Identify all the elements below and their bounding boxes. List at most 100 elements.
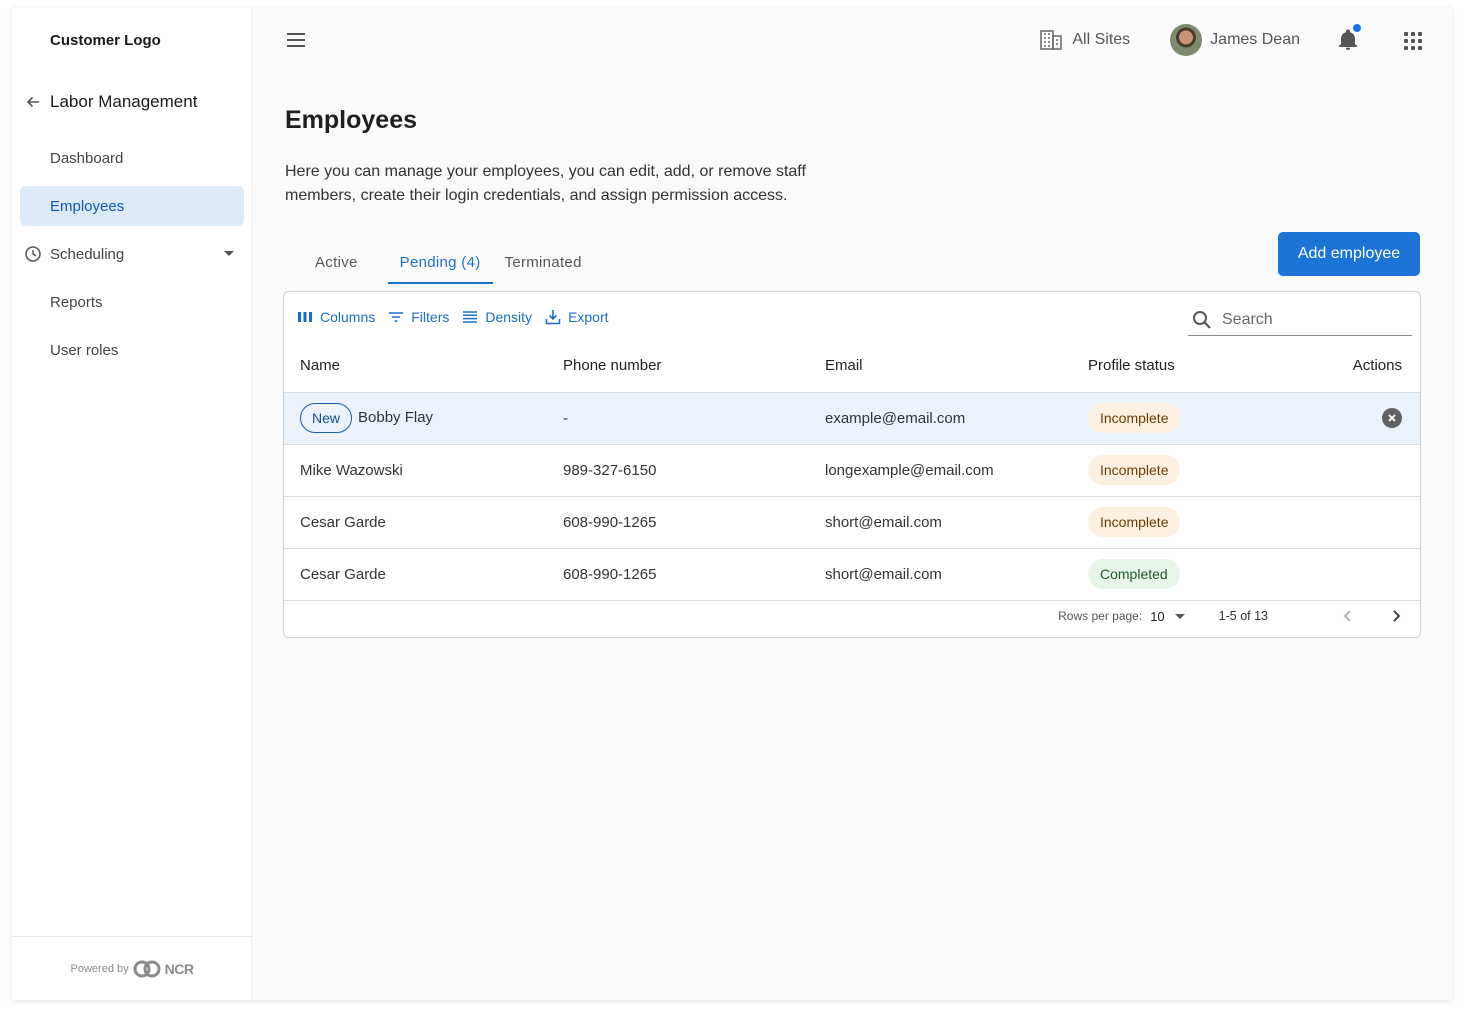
actions-cell: [1312, 444, 1420, 497]
customer-logo[interactable]: Customer Logo: [50, 32, 161, 49]
caret-down-icon[interactable]: [1174, 613, 1185, 619]
powered-by-text: Powered by: [70, 962, 129, 975]
new-badge: New: [300, 403, 353, 433]
email-cell: example@email.com: [809, 392, 1072, 445]
employee-tabs: Active Pending (4) Terminated: [285, 240, 594, 284]
ncr-brand-text: NCR: [164, 960, 194, 977]
sidebar-item-user-roles[interactable]: User roles: [20, 330, 244, 370]
tab-terminated[interactable]: Terminated: [493, 240, 594, 284]
app-frame: Customer Logo Labor Management Dashboard…: [12, 8, 1452, 1000]
status-badge: Completed: [1088, 559, 1180, 589]
status-badge: Incomplete: [1088, 403, 1181, 433]
filter-icon: [389, 312, 404, 322]
ncr-logo-icon: [133, 960, 161, 977]
status-cell: Incomplete: [1072, 444, 1312, 497]
employee-name: Bobby Flay: [358, 408, 434, 426]
app-grid-icon[interactable]: [1402, 30, 1422, 50]
phone-cell: 989-327-6150: [547, 444, 809, 497]
chevron-right-icon[interactable]: [1384, 604, 1408, 628]
download-icon: [545, 310, 561, 325]
sidebar-item-reports[interactable]: Reports: [20, 282, 244, 322]
name-cell: Cesar Garde: [284, 548, 547, 601]
columns-label: Columns: [320, 309, 376, 325]
search-input[interactable]: [1222, 310, 1392, 329]
email-cell: short@email.com: [809, 496, 1072, 549]
email-cell: longexample@email.com: [809, 444, 1072, 497]
actions-cell: [1312, 496, 1420, 549]
phone-cell: -: [547, 392, 809, 445]
remove-icon[interactable]: [1382, 408, 1402, 428]
add-employee-button[interactable]: Add employee: [1278, 232, 1420, 276]
sidebar-item-label: Reports: [50, 293, 103, 311]
status-badge: Incomplete: [1088, 455, 1181, 485]
name-cell: Cesar Garde: [284, 496, 547, 549]
tab-active[interactable]: Active: [285, 240, 388, 284]
sidebar-item-dashboard[interactable]: Dashboard: [20, 138, 244, 178]
building-icon: [1040, 30, 1063, 50]
column-header-actions: Actions: [1312, 340, 1420, 393]
back-to-labor-management[interactable]: Labor Management: [24, 92, 197, 112]
pagination: Rows per page: 10 1-5 of 13: [1058, 599, 1408, 633]
page-title: Employees: [285, 106, 418, 134]
table-row[interactable]: Mike Wazowski 989-327-6150 longexample@e…: [284, 444, 1420, 497]
columns-icon: [298, 312, 312, 322]
sidebar-item-employees[interactable]: Employees: [20, 186, 244, 226]
main-content: All Sites James Dean Employees Here you …: [252, 8, 1452, 1000]
section-title: Labor Management: [50, 92, 198, 111]
sidebar: Customer Logo Labor Management Dashboard…: [12, 8, 252, 1000]
table-row[interactable]: Cesar Garde 608-990-1265 short@email.com…: [284, 548, 1420, 601]
table-toolbar: Columns Filters Density Export: [296, 308, 609, 326]
clock-icon: [24, 245, 42, 263]
sidebar-item-scheduling[interactable]: Scheduling: [20, 234, 244, 274]
columns-button[interactable]: Columns: [296, 308, 375, 326]
top-bar-actions: All Sites James Dean: [1040, 24, 1422, 56]
tab-pending[interactable]: Pending (4): [387, 240, 493, 284]
column-header-status[interactable]: Profile status: [1072, 340, 1312, 393]
rows-per-page-select[interactable]: 10: [1150, 609, 1164, 624]
employees-table-card: Columns Filters Density Export Search Na…: [283, 291, 1421, 638]
page-description: Here you can manage your employees, you …: [285, 163, 806, 204]
caret-down-icon[interactable]: [224, 251, 234, 256]
column-header-name[interactable]: Name: [284, 340, 547, 393]
hamburger-menu-icon[interactable]: [284, 28, 308, 52]
filters-label: Filters: [411, 309, 450, 325]
column-header-phone[interactable]: Phone number: [547, 340, 809, 393]
export-label: Export: [568, 309, 609, 325]
phone-cell: 608-990-1265: [547, 548, 809, 601]
density-label: Density: [485, 309, 533, 325]
export-button[interactable]: Export: [544, 308, 609, 326]
user-name: James Dean: [1210, 31, 1300, 48]
search-icon: [1193, 310, 1211, 329]
sidebar-nav: Dashboard Employees Scheduling Reports U…: [20, 138, 244, 378]
employees-table: Name Phone number Email Profile status A…: [284, 340, 1420, 601]
actions-cell: [1312, 392, 1420, 445]
status-badge: Incomplete: [1088, 507, 1181, 537]
column-header-email[interactable]: Email: [809, 340, 1072, 393]
notification-dot: [1353, 24, 1361, 32]
status-cell: Completed: [1072, 548, 1312, 601]
sidebar-item-label: Scheduling: [50, 245, 125, 263]
avatar: [1170, 24, 1203, 56]
density-button[interactable]: Density: [461, 308, 532, 326]
sidebar-footer: Powered by NCR: [12, 936, 252, 1000]
sidebar-item-label: User roles: [50, 341, 119, 359]
name-cell: New Bobby Flay: [284, 392, 547, 445]
email-cell: short@email.com: [809, 548, 1072, 601]
ncr-logo: NCR: [133, 960, 194, 978]
status-cell: Incomplete: [1072, 496, 1312, 549]
pagination-range: 1-5 of 13: [1218, 609, 1268, 623]
site-selector-label: All Sites: [1072, 31, 1131, 48]
notifications-bell-icon[interactable]: [1336, 24, 1361, 52]
arrow-left-icon[interactable]: [24, 93, 42, 111]
search-field[interactable]: [1188, 304, 1412, 336]
table-header-row: Name Phone number Email Profile status A…: [284, 340, 1420, 393]
chevron-left-icon[interactable]: [1336, 604, 1360, 628]
table-row[interactable]: New Bobby Flay - example@email.com Incomp…: [284, 392, 1420, 445]
user-menu[interactable]: James Dean: [1170, 24, 1300, 56]
site-selector[interactable]: All Sites: [1040, 30, 1130, 50]
table-row[interactable]: Cesar Garde 608-990-1265 short@email.com…: [284, 496, 1420, 549]
status-cell: Incomplete: [1072, 392, 1312, 445]
filters-button[interactable]: Filters: [387, 308, 449, 326]
sidebar-item-label: Employees: [50, 197, 125, 215]
rows-per-page-label: Rows per page:: [1058, 609, 1143, 623]
